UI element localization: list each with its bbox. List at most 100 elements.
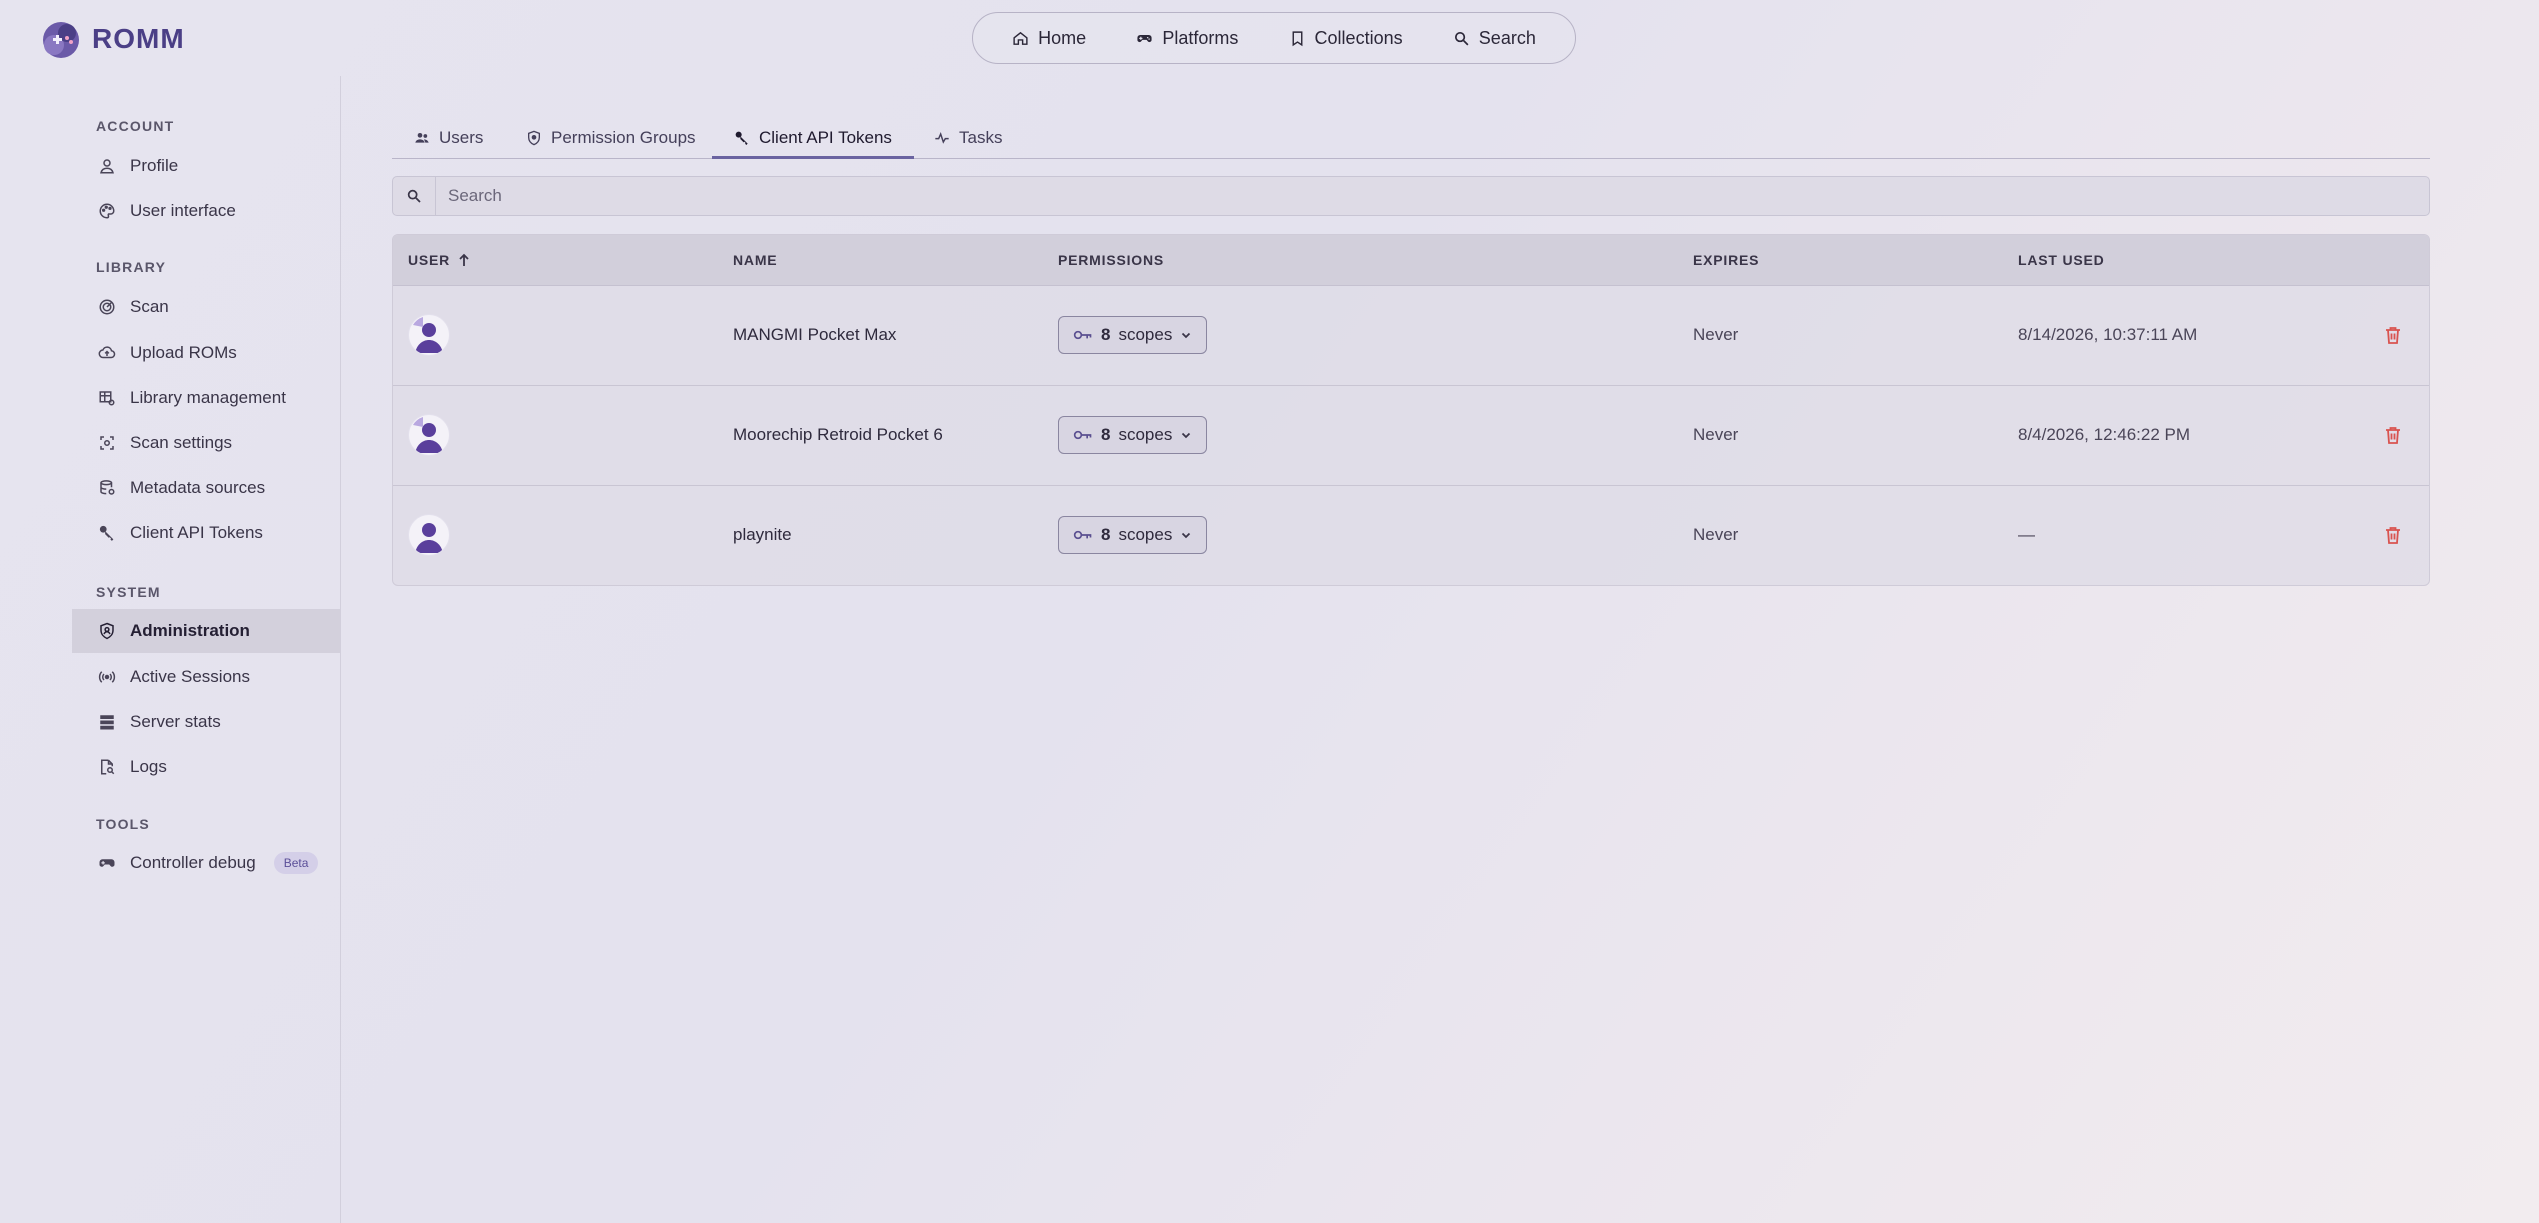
table-cog-icon xyxy=(99,391,115,406)
nav-home-label: Home xyxy=(1038,27,1087,48)
avatar[interactable] xyxy=(408,514,450,556)
nav-search[interactable]: Search xyxy=(1453,28,1536,49)
sidebar-item-label: Logs xyxy=(130,757,167,776)
app-name: ROMM xyxy=(92,23,185,54)
scopes-label: scopes xyxy=(1118,525,1173,544)
sidebar-item-label: Client API Tokens xyxy=(130,523,263,542)
tab-permission-groups[interactable]: Permission Groups xyxy=(526,120,696,156)
sidebar-item-active-sessions[interactable]: Active Sessions xyxy=(72,655,340,699)
table-header: USER NAME PERMISSIONS EXPIRES LAST USED xyxy=(393,235,2429,286)
admin-tabs: Users Permission Groups Client API Token… xyxy=(392,120,2430,159)
user-icon xyxy=(100,159,114,174)
home-icon xyxy=(1013,31,1028,45)
scopes-dropdown[interactable]: 8 scopes xyxy=(1058,316,1208,354)
key-chain-icon xyxy=(1073,430,1092,440)
scopes-dropdown[interactable]: 8 scopes xyxy=(1058,516,1208,554)
chevron-down-icon xyxy=(1182,332,1191,339)
beta-badge: Beta xyxy=(273,852,319,874)
last-used-value: 8/4/2026, 12:46:22 PM xyxy=(2018,425,2191,444)
table-row: Moorechip Retroid Pocket 6 8 scopes Neve… xyxy=(393,385,2429,486)
nav-search-label: Search xyxy=(1478,27,1536,48)
trash-icon xyxy=(2386,427,2400,444)
user-cell xyxy=(408,285,450,385)
user-cell xyxy=(408,485,450,585)
key-chain-icon xyxy=(1073,330,1092,340)
sidebar-item-upload-roms[interactable]: Upload ROMs xyxy=(72,331,340,375)
nav-collections-label: Collections xyxy=(1314,27,1403,48)
section-label-tools: TOOLS xyxy=(96,816,150,832)
user-cell xyxy=(408,385,450,485)
key-chain-icon xyxy=(1073,530,1092,540)
tokens-table: USER NAME PERMISSIONS EXPIRES LAST USED … xyxy=(392,234,2430,586)
delete-button[interactable] xyxy=(2385,285,2401,385)
delete-button[interactable] xyxy=(2385,485,2401,585)
users-icon xyxy=(415,133,429,143)
column-header-expires[interactable]: EXPIRES xyxy=(1693,235,1759,285)
sidebar-item-label: Scan settings xyxy=(130,433,233,452)
sidebar-item-scan-settings[interactable]: Scan settings xyxy=(72,421,340,465)
sidebar-item-administration[interactable]: Administration xyxy=(72,609,340,653)
tab-label: Tasks xyxy=(959,128,1003,147)
nav-collections[interactable]: Collections xyxy=(1289,28,1403,49)
search-input[interactable] xyxy=(436,185,2429,207)
server-icon xyxy=(100,715,114,730)
sort-ascending-icon xyxy=(459,253,469,266)
sidebar-item-label: Server stats xyxy=(130,712,221,731)
file-search-icon xyxy=(101,759,115,775)
sidebar-item-label: Controller debug xyxy=(130,853,256,872)
table-row: MANGMI Pocket Max 8 scopes Never 8/14/20… xyxy=(393,285,2429,386)
sidebar-item-label: Upload ROMs xyxy=(130,343,237,362)
sidebar-item-controller-debug[interactable]: Controller debug Beta xyxy=(72,841,340,885)
chevron-down-icon xyxy=(1182,432,1191,439)
column-header-label: USER xyxy=(408,252,451,268)
section-label-library: LIBRARY xyxy=(96,259,167,275)
token-search xyxy=(392,176,2430,216)
avatar[interactable] xyxy=(408,414,450,456)
settings-sidebar: ACCOUNT Profile User interface LIBRARY S… xyxy=(72,76,341,1223)
sidebar-item-scan[interactable]: Scan xyxy=(72,285,340,329)
sidebar-item-label: Scan xyxy=(130,297,169,316)
shield-user-icon xyxy=(100,622,114,640)
nav-home[interactable]: Home xyxy=(1012,28,1086,49)
scopes-label: scopes xyxy=(1118,325,1173,344)
nav-platforms[interactable]: Platforms xyxy=(1136,28,1238,49)
delete-button[interactable] xyxy=(2385,385,2401,485)
sidebar-item-label: Metadata sources xyxy=(130,478,266,497)
column-header-permissions[interactable]: PERMISSIONS xyxy=(1058,235,1164,285)
permissions-cell: 8 scopes xyxy=(1058,485,1208,585)
sidebar-item-server-stats[interactable]: Server stats xyxy=(72,700,340,744)
column-header-user[interactable]: USER xyxy=(408,235,470,285)
sidebar-item-logs[interactable]: Logs xyxy=(72,745,340,789)
sidebar-item-label: Administration xyxy=(130,621,250,640)
token-name: playnite xyxy=(733,525,792,544)
nav-platforms-label: Platforms xyxy=(1162,27,1239,48)
sidebar-item-metadata-sources[interactable]: Metadata sources xyxy=(72,466,340,510)
column-header-last-used[interactable]: LAST USED xyxy=(2018,235,2105,285)
tab-users[interactable]: Users xyxy=(414,120,483,156)
scopes-dropdown[interactable]: 8 scopes xyxy=(1058,416,1208,454)
search-icon xyxy=(393,177,436,215)
sidebar-item-client-api-tokens[interactable]: Client API Tokens xyxy=(72,511,340,555)
expires-value: Never xyxy=(1693,325,1739,344)
token-name: Moorechip Retroid Pocket 6 xyxy=(733,425,943,444)
sidebar-item-label: User interface xyxy=(130,201,236,220)
palette-icon xyxy=(99,203,115,219)
shield-icon xyxy=(528,130,540,146)
column-header-name[interactable]: NAME xyxy=(733,235,777,285)
sidebar-item-profile[interactable]: Profile xyxy=(72,144,340,188)
avatar[interactable] xyxy=(408,314,450,356)
scopes-count: 8 xyxy=(1101,525,1111,544)
last-used-value: 8/14/2026, 10:37:11 AM xyxy=(2018,325,2198,344)
tab-label: Users xyxy=(439,128,484,147)
gamepad-icon xyxy=(99,859,115,867)
romm-logo-icon xyxy=(40,18,82,60)
sidebar-item-library-management[interactable]: Library management xyxy=(72,376,340,420)
tab-client-api-tokens[interactable]: Client API Tokens xyxy=(712,120,914,159)
scopes-count: 8 xyxy=(1101,325,1111,344)
activity-icon xyxy=(935,131,949,144)
tab-tasks[interactable]: Tasks xyxy=(934,120,1002,156)
app-logo[interactable]: ROMM xyxy=(40,18,185,60)
sidebar-item-user-interface[interactable]: User interface xyxy=(72,189,340,233)
section-label-system: SYSTEM xyxy=(96,584,161,600)
broadcast-icon xyxy=(98,671,116,683)
